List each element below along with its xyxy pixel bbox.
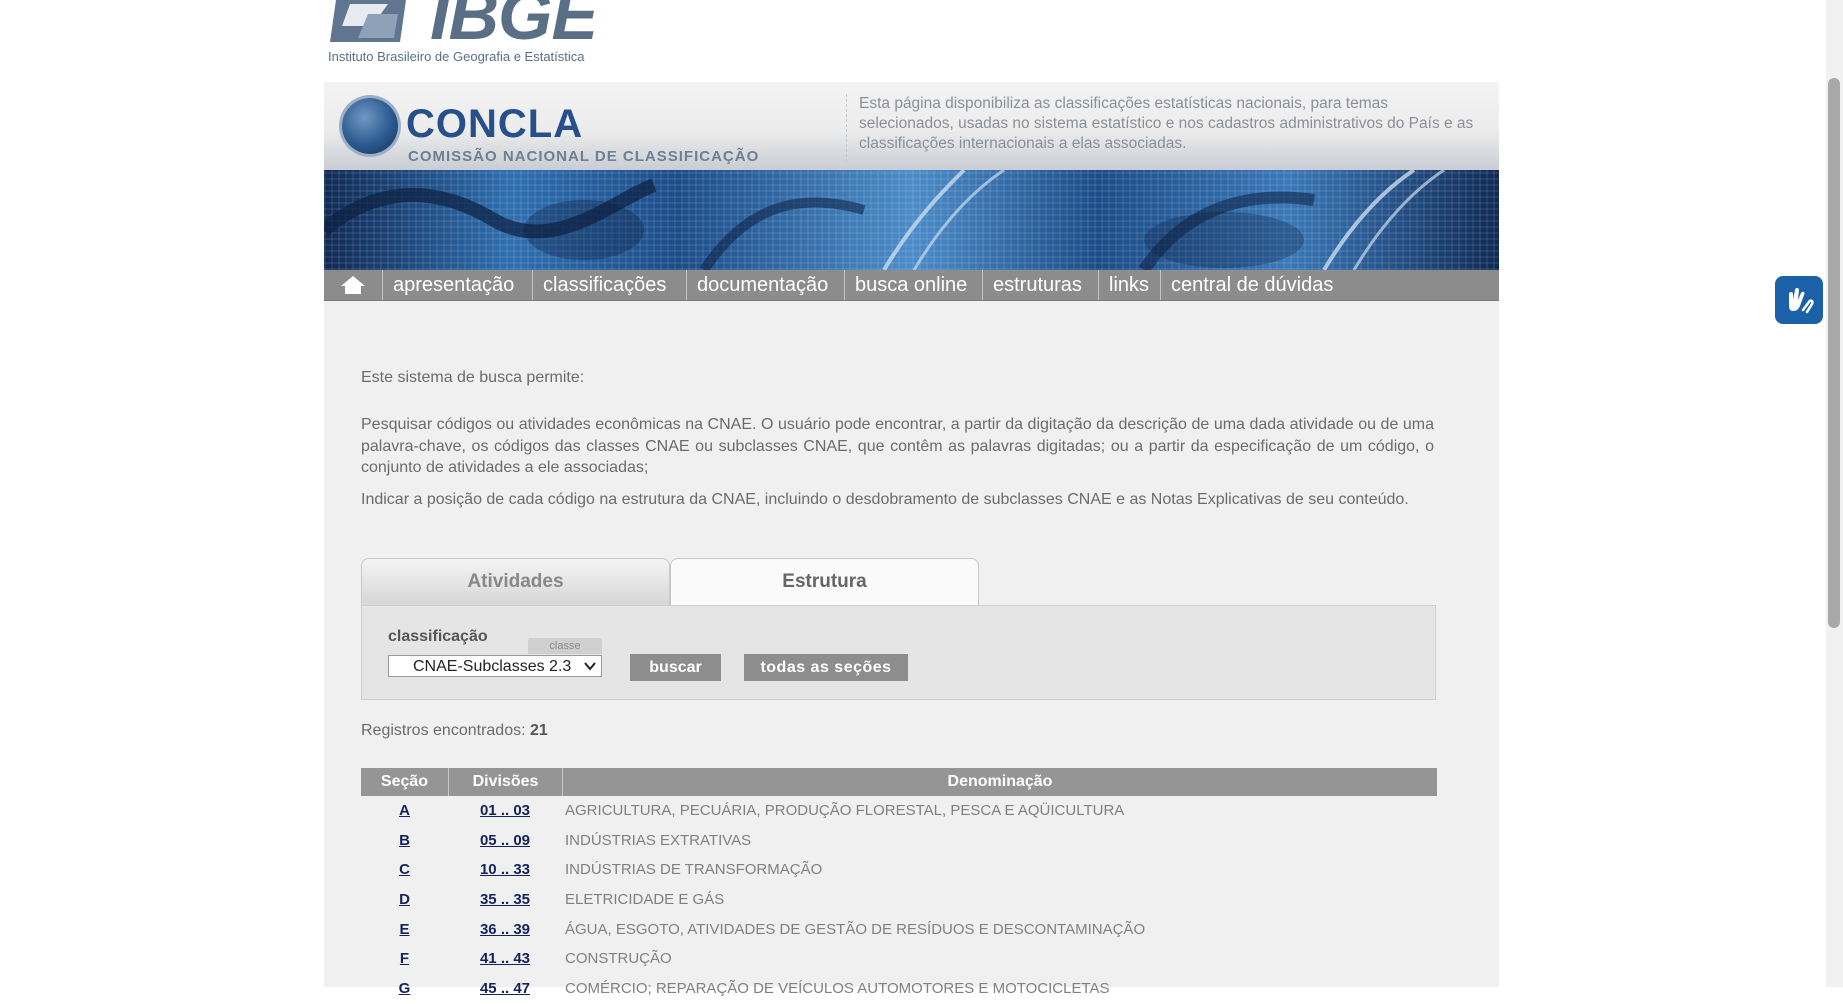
- table-row: E 36 .. 39 ÁGUA, ESGOTO, ATIVIDADES DE G…: [361, 915, 1437, 945]
- vlibras-button[interactable]: [1775, 276, 1823, 324]
- secao-link[interactable]: C: [399, 861, 410, 878]
- nav-home[interactable]: [324, 270, 382, 300]
- scrollbar-thumb[interactable]: [1828, 78, 1840, 628]
- divisoes-link[interactable]: 41 .. 43: [480, 950, 530, 967]
- divisoes-link[interactable]: 01 .. 03: [480, 802, 530, 819]
- denominacao-cell: INDÚSTRIAS DE TRANSFORMAÇÃO: [565, 861, 823, 879]
- secao-link[interactable]: A: [399, 802, 410, 819]
- intro-paragraph-2: Indicar a posição de cada código na estr…: [361, 491, 1409, 508]
- buscar-button[interactable]: buscar: [630, 654, 721, 681]
- ibge-subtitle: Instituto Brasileiro de Geografia e Esta…: [328, 49, 585, 64]
- divisoes-link[interactable]: 36 .. 39: [480, 921, 530, 938]
- main-nav: apresentação classificações documentação…: [324, 270, 1499, 301]
- table-header: Seção Divisões Denominação: [361, 768, 1437, 796]
- ibge-mark-icon: [330, 0, 406, 42]
- table-row: A 01 .. 03 AGRICULTURA, PECUÁRIA, PRODUÇ…: [361, 796, 1437, 826]
- nav-busca-online[interactable]: busca online: [855, 270, 967, 300]
- concla-globe-icon: [342, 98, 398, 154]
- registros-label: Registros encontrados:: [361, 722, 526, 739]
- sign-language-hands-icon: [1789, 288, 1814, 314]
- ibge-logo[interactable]: IBGE Instituto Brasileiro de Geografia e…: [328, 0, 628, 80]
- tab-atividades[interactable]: Atividades: [361, 558, 670, 606]
- page-scrollbar[interactable]: [1826, 0, 1843, 987]
- secoes-table: Seção Divisões Denominação A 01 .. 03 AG…: [361, 768, 1437, 1004]
- search-panel: classificação classe CNAE-Subclasses 2.3…: [361, 605, 1436, 700]
- table-row: F 41 .. 43 CONSTRUÇÃO: [361, 944, 1437, 974]
- divisoes-link[interactable]: 45 .. 47: [480, 980, 530, 997]
- denominacao-cell: INDÚSTRIAS EXTRATIVAS: [565, 831, 752, 849]
- secao-link[interactable]: F: [400, 950, 409, 967]
- banner-artwork: [324, 170, 1445, 270]
- concla-title[interactable]: CONCLA: [406, 104, 583, 144]
- nav-classificacoes[interactable]: classificações: [543, 270, 666, 300]
- main-container: CONCLA COMISSÃO NACIONAL DE CLASSIFICAÇÃ…: [324, 82, 1499, 997]
- table-row: D 35 .. 35 ELETRICIDADE E GÁS: [361, 885, 1437, 915]
- nav-separator: [1160, 270, 1161, 300]
- nav-estruturas[interactable]: estruturas: [993, 270, 1082, 300]
- nav-documentacao[interactable]: documentação: [697, 270, 828, 300]
- header-secao: Seção: [380, 773, 429, 790]
- classificacao-label: classificação: [388, 628, 488, 645]
- registros-value: 21: [529, 722, 548, 739]
- header-divider: [846, 94, 847, 162]
- intro-paragraph-1: Pesquisar códigos ou atividades econômic…: [361, 416, 1434, 476]
- header-denominacao: Denominação: [947, 773, 1053, 790]
- denominacao-cell: COMÉRCIO; REPARAÇÃO DE VEÍCULOS AUTOMOTO…: [565, 980, 1110, 998]
- nav-links[interactable]: links: [1109, 270, 1149, 300]
- tab-estrutura[interactable]: Estrutura: [670, 558, 979, 606]
- secao-link[interactable]: G: [399, 980, 411, 997]
- nav-separator: [844, 270, 845, 300]
- secao-link[interactable]: E: [399, 921, 409, 938]
- classe-tag: classe: [528, 638, 602, 654]
- ibge-wordmark: IBGE: [430, 0, 598, 54]
- nav-separator: [532, 270, 533, 300]
- chevron-down-icon: [584, 662, 596, 671]
- intro-heading: Este sistema de busca permite:: [361, 369, 585, 386]
- nav-separator: [686, 270, 687, 300]
- registros-count: Registros encontrados: 21: [361, 722, 548, 740]
- divisoes-link[interactable]: 05 .. 09: [480, 832, 530, 849]
- classificacao-select[interactable]: CNAE-Subclasses 2.3: [388, 655, 602, 677]
- home-icon: [341, 276, 365, 294]
- concla-header: CONCLA COMISSÃO NACIONAL DE CLASSIFICAÇÃ…: [324, 82, 1499, 170]
- table-row: C 10 .. 33 INDÚSTRIAS DE TRANSFORMAÇÃO: [361, 855, 1437, 885]
- todas-as-secoes-button[interactable]: todas as seções: [744, 654, 908, 681]
- header-banner: [324, 170, 1499, 270]
- denominacao-cell: CONSTRUÇÃO: [565, 950, 672, 968]
- secao-link[interactable]: D: [399, 891, 410, 908]
- secao-link[interactable]: B: [399, 832, 410, 849]
- table-row: B 05 .. 09 INDÚSTRIAS EXTRATIVAS: [361, 826, 1437, 856]
- divisoes-link[interactable]: 35 .. 35: [480, 891, 530, 908]
- table-row: G 45 .. 47 COMÉRCIO; REPARAÇÃO DE VEÍCUL…: [361, 974, 1437, 1004]
- nav-apresentacao[interactable]: apresentação: [393, 270, 514, 300]
- classificacao-selected-value: CNAE-Subclasses 2.3: [413, 658, 572, 675]
- denominacao-cell: ELETRICIDADE E GÁS: [565, 891, 725, 909]
- divisoes-link[interactable]: 10 .. 33: [480, 861, 530, 878]
- nav-separator: [1098, 270, 1099, 300]
- nav-separator: [382, 270, 383, 300]
- nav-central-de-duvidas[interactable]: central de dúvidas: [1171, 270, 1333, 300]
- header-description: Esta página disponibiliza as classificaç…: [859, 95, 1474, 152]
- denominacao-cell: ÁGUA, ESGOTO, ATIVIDADES DE GESTÃO DE RE…: [565, 920, 1146, 938]
- denominacao-cell: AGRICULTURA, PECUÁRIA, PRODUÇÃO FLORESTA…: [565, 802, 1125, 819]
- concla-subtitle: COMISSÃO NACIONAL DE CLASSIFICAÇÃO: [408, 148, 760, 165]
- header-divisoes: Divisões: [472, 773, 539, 790]
- nav-separator: [982, 270, 983, 300]
